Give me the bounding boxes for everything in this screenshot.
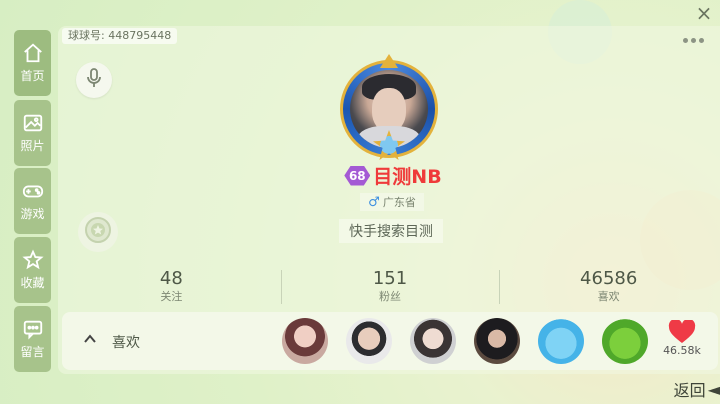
nickname: 目测NB: [373, 166, 442, 188]
sidebar-item-label: 照片: [20, 139, 45, 153]
stat-value: 48: [159, 268, 183, 289]
liker-avatar[interactable]: [602, 318, 648, 364]
liker-avatar[interactable]: [282, 318, 328, 364]
search-hint-row: 快手搜索目测: [0, 219, 720, 243]
avatar[interactable]: [340, 54, 438, 160]
sidebar-item-photos[interactable]: 照片: [14, 100, 51, 166]
microphone-icon: [85, 68, 103, 92]
stat-followers[interactable]: 151 粉丝: [280, 268, 500, 308]
user-id-tag: 球球号: 448795448: [62, 28, 178, 44]
liker-avatar[interactable]: [346, 318, 392, 364]
dot-icon: [691, 38, 696, 43]
stat-label: 粉丝: [379, 290, 401, 303]
close-button[interactable]: ×: [694, 3, 714, 23]
signature-text: 快手搜索目测: [339, 219, 443, 243]
name-row: 68 目测NB: [0, 162, 720, 189]
back-label: 返回: [673, 381, 706, 400]
liker-avatar[interactable]: [538, 318, 584, 364]
sidebar-item-favorites[interactable]: 收藏: [14, 237, 51, 303]
chevron-up-icon[interactable]: [82, 331, 100, 349]
location-tag: ♂ 广东省: [360, 193, 424, 211]
star-collection-icon: [21, 249, 44, 271]
stat-likes[interactable]: 46586 喜欢: [499, 268, 718, 308]
likes-label: 喜欢: [112, 335, 140, 351]
dot-icon: [683, 38, 688, 43]
stats-row: 48 关注 151 粉丝 46586 喜欢: [62, 268, 718, 308]
stat-label: 喜欢: [597, 290, 620, 303]
home-icon: [22, 42, 44, 64]
like-count: 46.58k: [663, 344, 701, 357]
sidebar-item-messages[interactable]: 留言: [14, 306, 51, 372]
male-gender-icon: ♂: [368, 194, 380, 210]
level-badge: 68: [344, 165, 371, 186]
stat-value: 46586: [580, 268, 638, 289]
back-arrow-icon: ◄: [707, 379, 720, 399]
heart-icon: [668, 320, 696, 343]
stat-value: 151: [372, 268, 408, 289]
location-row: ♂ 广东省: [0, 193, 720, 211]
location-text: 广东省: [382, 196, 416, 209]
sidebar-item-label: 收藏: [20, 276, 45, 290]
stat-following[interactable]: 48 关注: [62, 268, 281, 308]
liker-avatar[interactable]: [410, 318, 456, 364]
message-icon: [22, 318, 44, 340]
liker-avatar[interactable]: [474, 318, 520, 364]
dot-icon: [699, 38, 704, 43]
back-button[interactable]: 返回 ◄: [673, 378, 720, 401]
photo-icon: [22, 112, 44, 134]
sidebar-item-label: 留言: [20, 345, 45, 359]
sidebar-item-label: 首页: [20, 69, 45, 83]
more-options-button[interactable]: [683, 38, 704, 43]
like-button[interactable]: 46.58k: [660, 320, 704, 357]
likes-bar: 喜欢 46.58k: [62, 312, 718, 370]
sidebar-item-home[interactable]: 首页: [14, 30, 51, 96]
voice-intro-button[interactable]: [76, 62, 112, 98]
stat-label: 关注: [160, 290, 183, 303]
